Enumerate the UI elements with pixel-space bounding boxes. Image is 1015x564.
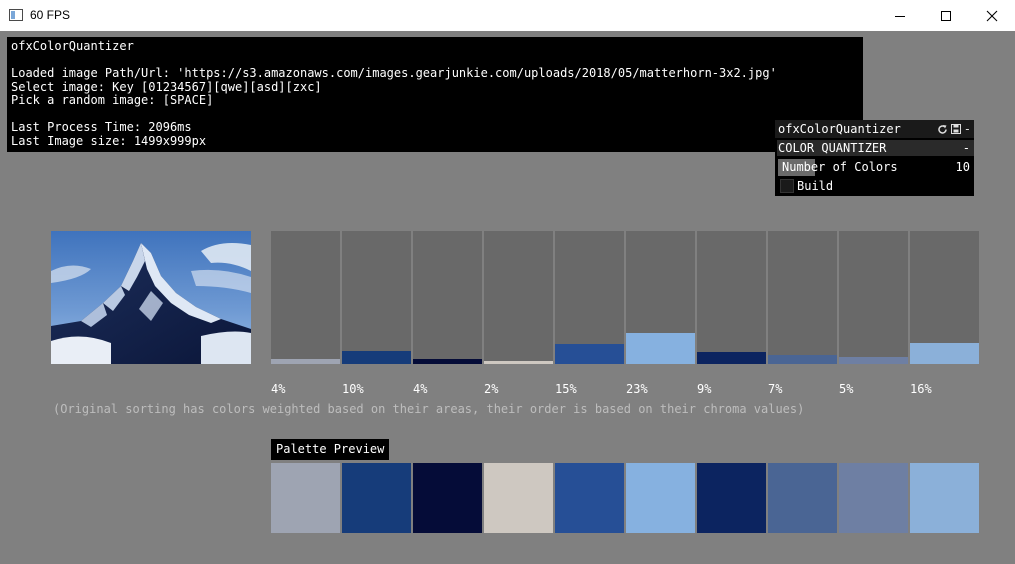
color-percent-label: 9% xyxy=(697,382,712,396)
color-bar-fill xyxy=(839,357,908,364)
gui-panel: ofxColorQuantizer - COLOR QUANTIZER - Nu… xyxy=(775,120,974,196)
color-bar xyxy=(768,231,837,364)
color-weight-bars xyxy=(271,231,979,364)
image-size-text: Last Image size: 1499x999px xyxy=(11,133,207,148)
process-time-text: Last Process Time: 2096ms xyxy=(11,120,192,134)
color-percent-label: 10% xyxy=(342,382,364,396)
palette-swatch xyxy=(413,463,482,533)
section-title: COLOR QUANTIZER xyxy=(778,141,887,155)
mountain-photo xyxy=(51,231,251,364)
maximize-button[interactable] xyxy=(923,0,969,31)
palette-swatch xyxy=(555,463,624,533)
minimize-icon xyxy=(895,15,905,17)
palette-preview-swatches xyxy=(271,463,979,533)
palette-swatch xyxy=(768,463,837,533)
color-bar xyxy=(413,231,482,364)
close-icon xyxy=(986,10,998,21)
sorting-note: (Original sorting has colors weighted ba… xyxy=(53,402,805,416)
color-bar xyxy=(626,231,695,364)
select-image-text: Select image: Key [01234567][qwe][asd][z… xyxy=(11,79,322,94)
build-label: Build xyxy=(797,179,834,193)
color-bar-fill xyxy=(910,343,979,364)
color-quantizer-section-header[interactable]: COLOR QUANTIZER - xyxy=(777,140,974,156)
color-bar-fill xyxy=(768,355,837,364)
palette-swatch xyxy=(271,463,340,533)
window-titlebar: 60 FPS xyxy=(0,0,1015,31)
gui-header[interactable]: ofxColorQuantizer - xyxy=(775,120,974,138)
slider-label: Number of Colors xyxy=(782,160,898,174)
palette-swatch xyxy=(484,463,553,533)
palette-swatch xyxy=(697,463,766,533)
color-percent-label: 15% xyxy=(555,382,577,396)
color-bar-fill xyxy=(413,359,482,364)
color-bar xyxy=(342,231,411,364)
source-image xyxy=(51,231,251,364)
color-percent-label: 5% xyxy=(839,382,854,396)
info-panel: ofxColorQuantizer Loaded image Path/Url:… xyxy=(7,37,863,152)
palette-swatch xyxy=(910,463,979,533)
color-percent-label: 16% xyxy=(910,382,932,396)
random-image-text: Pick a random image: [SPACE] xyxy=(11,93,214,107)
color-bar-fill xyxy=(626,333,695,364)
color-bar xyxy=(910,231,979,364)
color-percent-label: 7% xyxy=(768,382,783,396)
build-toggle[interactable]: Build xyxy=(778,178,974,195)
image-path-text: Loaded image Path/Url: 'https://s3.amazo… xyxy=(11,66,777,80)
app-window-icon xyxy=(9,9,23,21)
app-canvas: ofxColorQuantizer Loaded image Path/Url:… xyxy=(0,31,1015,564)
color-bar xyxy=(555,231,624,364)
color-percent-label: 2% xyxy=(484,382,499,396)
close-button[interactable] xyxy=(969,0,1015,31)
color-percent-label: 4% xyxy=(413,382,428,396)
color-bar-fill xyxy=(697,352,766,364)
number-of-colors-slider[interactable]: Number of Colors 10 xyxy=(778,159,974,176)
app-name-text: ofxColorQuantizer xyxy=(11,39,134,53)
palette-preview-label: Palette Preview xyxy=(271,439,390,460)
color-bar xyxy=(271,231,340,364)
gui-title: ofxColorQuantizer xyxy=(778,122,901,136)
section-collapse-icon[interactable]: - xyxy=(963,141,970,155)
build-checkbox[interactable] xyxy=(780,179,794,193)
minimize-button[interactable] xyxy=(877,0,923,31)
color-percent-label: 4% xyxy=(271,382,286,396)
maximize-icon xyxy=(941,10,951,21)
palette-swatch xyxy=(839,463,908,533)
color-bar-fill xyxy=(271,359,340,364)
color-bar xyxy=(484,231,553,364)
color-bar-fill xyxy=(555,344,624,364)
reload-icon[interactable] xyxy=(937,124,948,135)
window-title: 60 FPS xyxy=(30,8,71,22)
slider-value: 10 xyxy=(955,160,970,174)
color-bar-fill xyxy=(342,351,411,364)
color-bar xyxy=(697,231,766,364)
palette-swatch xyxy=(626,463,695,533)
save-icon[interactable] xyxy=(950,124,961,134)
color-percent-label: 23% xyxy=(626,382,648,396)
color-bar xyxy=(839,231,908,364)
palette-swatch xyxy=(342,463,411,533)
gui-minimize-icon[interactable]: - xyxy=(964,122,971,136)
color-bar-fill xyxy=(484,361,553,364)
